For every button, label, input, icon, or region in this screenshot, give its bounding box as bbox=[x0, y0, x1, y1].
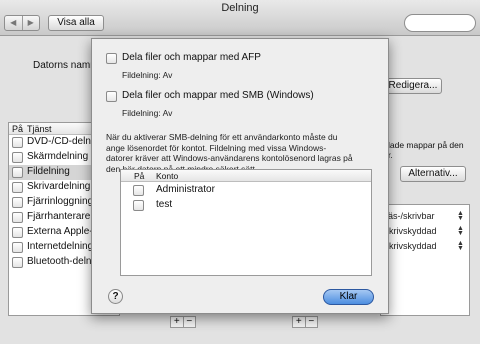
options-button[interactable]: Alternativ... bbox=[400, 166, 466, 182]
service-checkbox[interactable] bbox=[12, 167, 23, 178]
forward-arrow-icon[interactable]: ▶ bbox=[23, 16, 40, 30]
service-checkbox[interactable] bbox=[12, 137, 23, 148]
services-header-service: Tjänst bbox=[27, 124, 52, 134]
accounts-list-header: På Konto bbox=[121, 170, 371, 182]
smb-status: Fildelning: Av bbox=[122, 108, 173, 118]
accounts-header-account: Konto bbox=[156, 171, 179, 181]
description-line: När du aktiverar SMB-delning för ett anv… bbox=[106, 132, 338, 142]
afp-checkbox[interactable] bbox=[106, 53, 117, 64]
nav-back-forward[interactable]: ◀ ▶ bbox=[4, 15, 40, 31]
smb-label[interactable]: Dela filer och mappar med SMB (Windows) bbox=[122, 90, 314, 101]
permission-value[interactable]: Läs-/skrivbar bbox=[383, 211, 435, 221]
shared-folders-add-remove[interactable]: + − bbox=[170, 316, 196, 328]
service-checkbox[interactable] bbox=[12, 212, 23, 223]
remove-icon[interactable]: − bbox=[306, 317, 318, 327]
add-icon[interactable]: + bbox=[293, 317, 306, 327]
service-checkbox[interactable] bbox=[12, 182, 23, 193]
window-titlebar: Delning ◀ ▶ Visa alla bbox=[0, 0, 480, 36]
services-header-on: På bbox=[12, 124, 24, 134]
account-row[interactable]: Administrator bbox=[121, 183, 371, 197]
back-arrow-icon[interactable]: ◀ bbox=[5, 16, 23, 30]
account-name: test bbox=[156, 199, 173, 210]
users-add-remove[interactable]: + − bbox=[292, 316, 318, 328]
file-sharing-options-sheet: Dela filer och mappar med AFP Fildelning… bbox=[91, 38, 389, 314]
computer-name-label: Datorns namn bbox=[33, 60, 96, 71]
service-checkbox[interactable] bbox=[12, 242, 23, 253]
search-field[interactable] bbox=[404, 14, 476, 32]
edit-button[interactable]: Redigera... bbox=[384, 78, 442, 94]
service-checkbox[interactable] bbox=[12, 227, 23, 238]
remove-icon[interactable]: − bbox=[184, 317, 196, 327]
account-row[interactable]: test bbox=[121, 198, 371, 212]
shared-folders-text: lade mappar på den bbox=[388, 140, 464, 150]
permission-value[interactable]: Skrivskyddad bbox=[383, 226, 437, 236]
accounts-list: På Konto Administrator test bbox=[120, 169, 372, 276]
account-name: Administrator bbox=[156, 184, 215, 195]
popup-arrows-icon[interactable]: ▲ ▼ bbox=[457, 210, 464, 222]
popup-arrows-icon[interactable]: ▲ ▼ bbox=[457, 225, 464, 237]
service-name: Internetdelning bbox=[27, 241, 94, 252]
popup-arrows-icon[interactable]: ▲ ▼ bbox=[457, 240, 464, 252]
service-name: Fjärrinloggning bbox=[27, 196, 94, 207]
description-line: ange lösenordet för kontot. Fildelning m… bbox=[106, 142, 327, 153]
description-line: datorer kräver att Windows-användarens k… bbox=[106, 153, 353, 163]
service-name: Fildelning bbox=[27, 166, 70, 177]
service-name: Skärmdelning bbox=[27, 151, 89, 162]
done-button[interactable]: Klar bbox=[323, 289, 374, 305]
service-name: Fjärrhanterare bbox=[27, 211, 91, 222]
service-checkbox[interactable] bbox=[12, 152, 23, 163]
service-checkbox[interactable] bbox=[12, 257, 23, 268]
help-icon[interactable]: ? bbox=[108, 289, 123, 304]
afp-label[interactable]: Dela filer och mappar med AFP bbox=[122, 52, 261, 63]
window-title: Delning bbox=[221, 2, 259, 14]
account-checkbox[interactable] bbox=[133, 185, 144, 196]
service-checkbox[interactable] bbox=[12, 197, 23, 208]
afp-status: Fildelning: Av bbox=[122, 70, 173, 80]
show-all-button[interactable]: Visa alla bbox=[48, 15, 104, 31]
smb-checkbox[interactable] bbox=[106, 91, 117, 102]
service-name: Skrivardelning bbox=[27, 181, 91, 192]
add-icon[interactable]: + bbox=[171, 317, 184, 327]
account-checkbox[interactable] bbox=[133, 200, 144, 211]
smb-description: När du aktiverar SMB-delning för ett anv… bbox=[106, 132, 384, 174]
accounts-header-on: På bbox=[134, 171, 145, 181]
permission-value[interactable]: Skrivskyddad bbox=[383, 241, 437, 251]
